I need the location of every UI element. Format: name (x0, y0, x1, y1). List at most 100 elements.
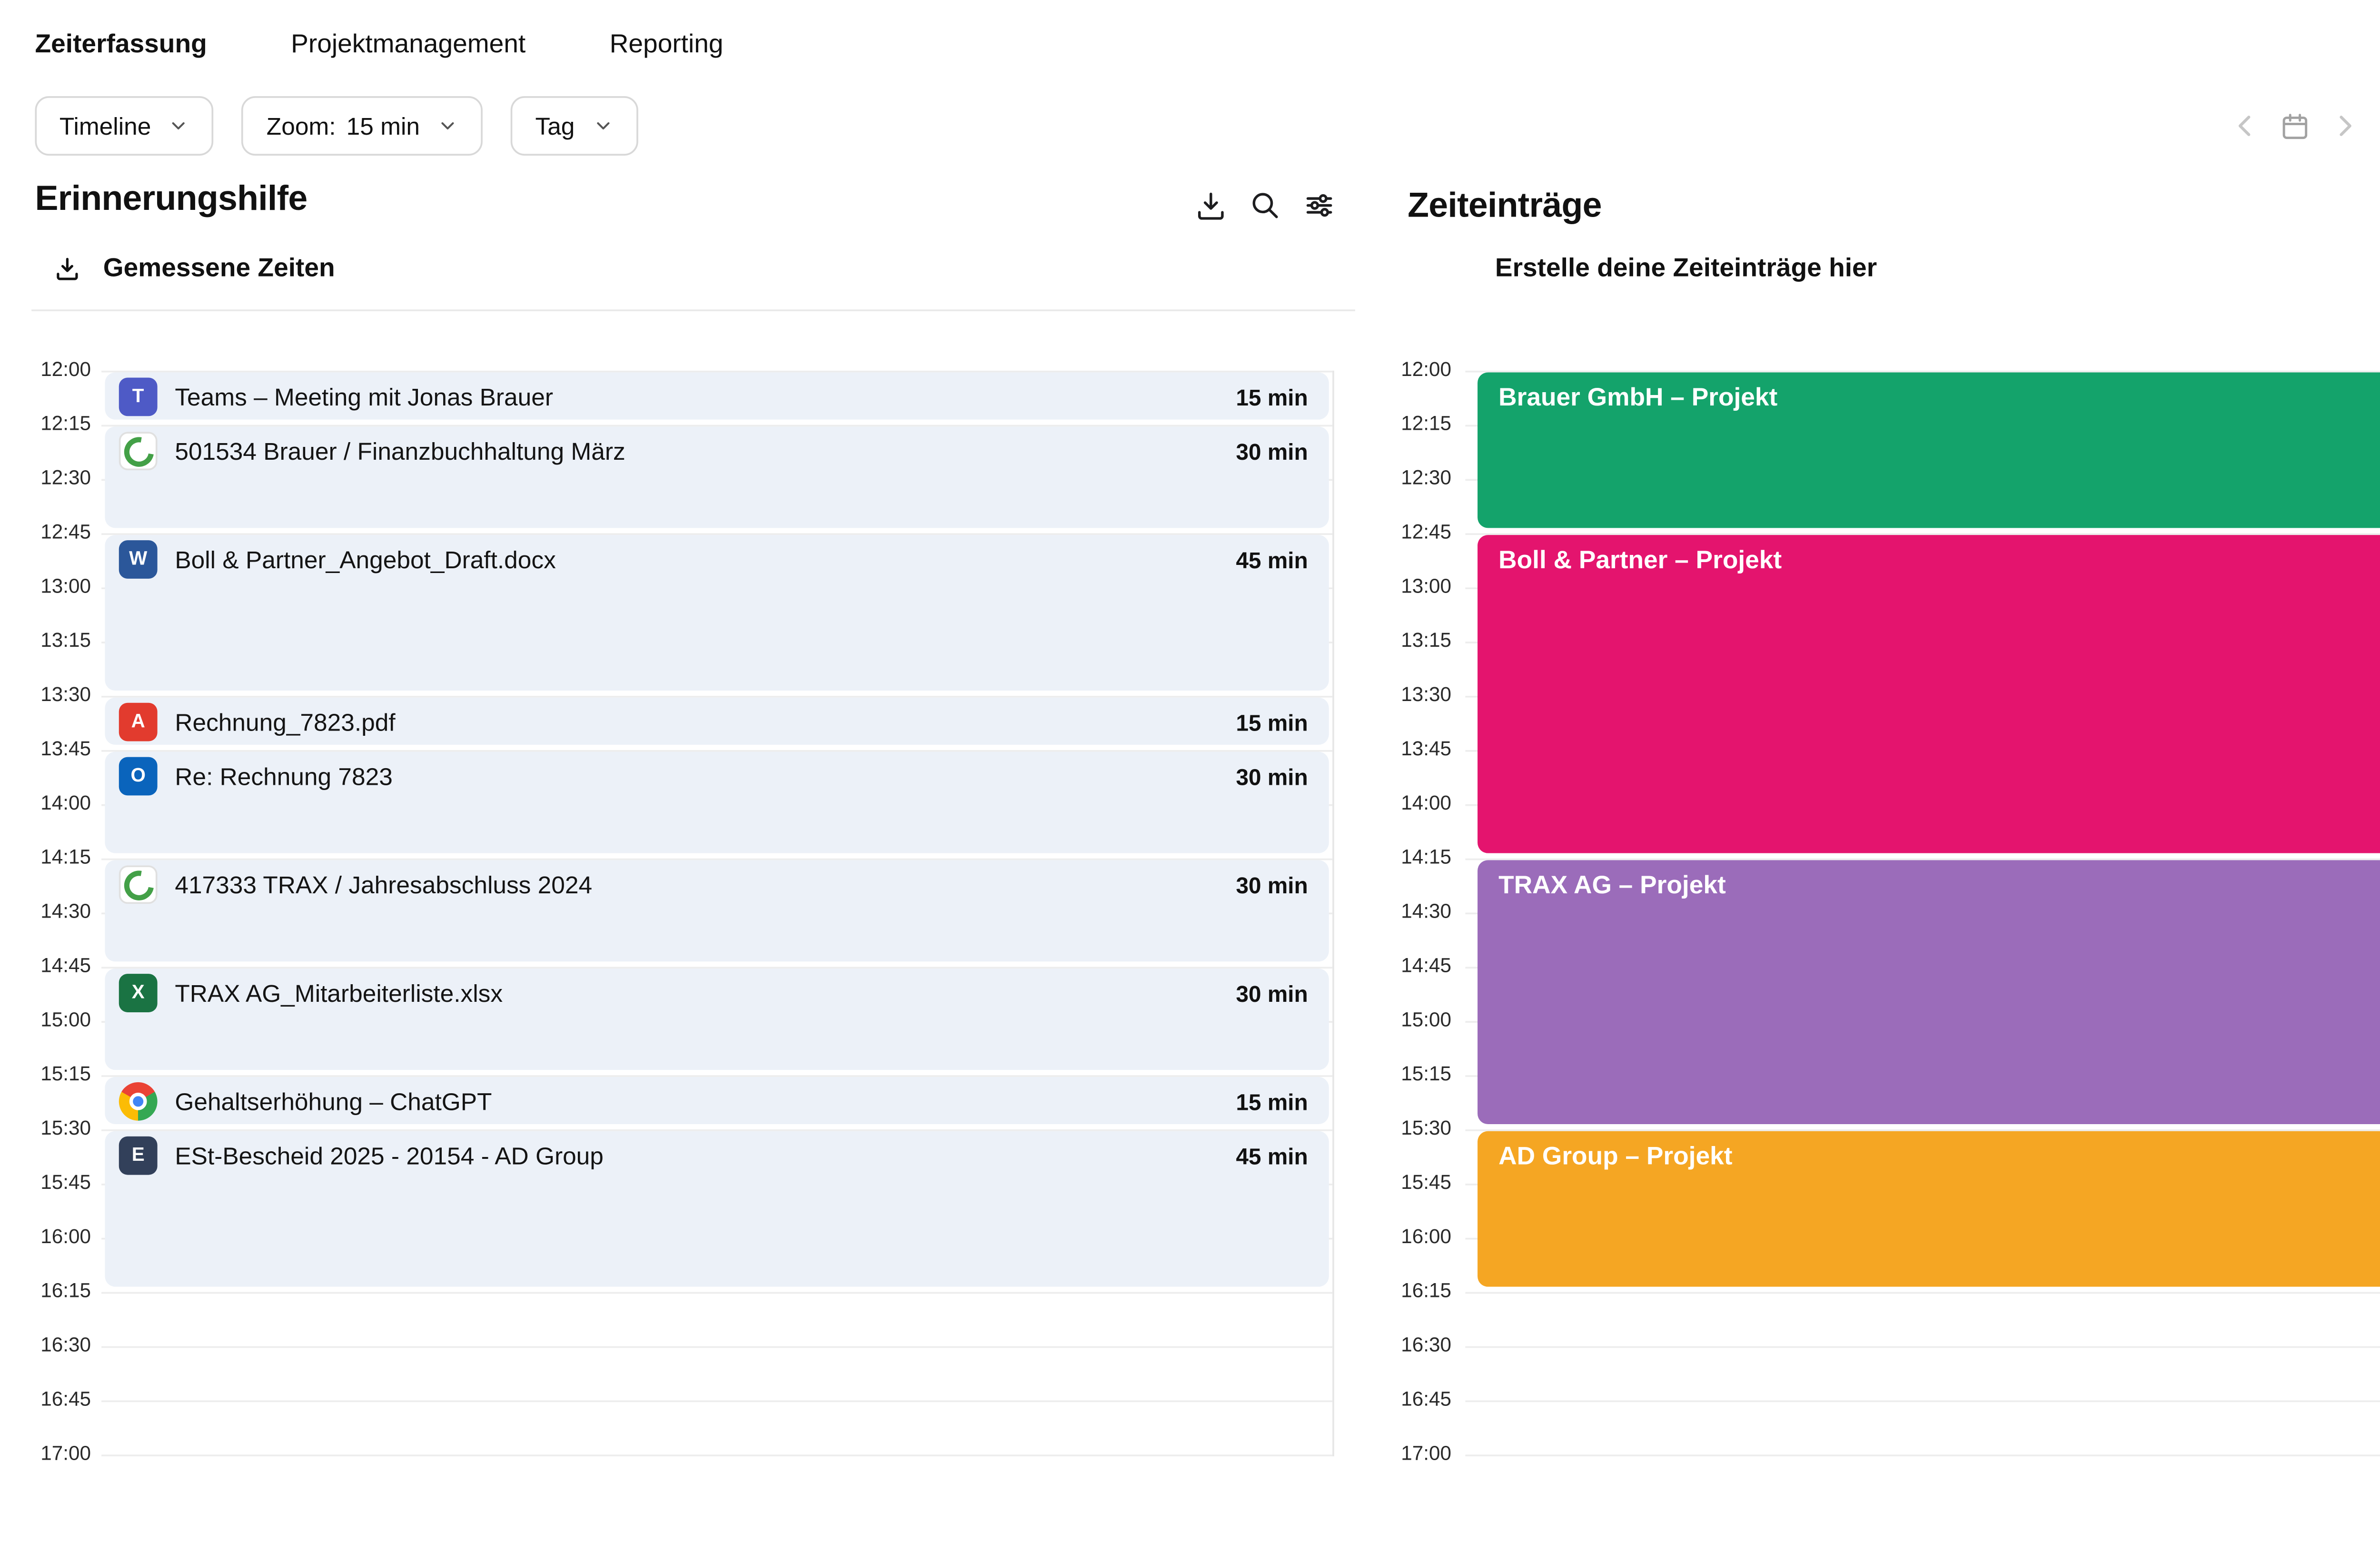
measured-entry[interactable]: WBoll & Partner_Angebot_Draft.docx45 min (105, 535, 1329, 691)
time-label: 15:15 (0, 1063, 91, 1087)
date-nav: Montag, 31. März 2025 (2228, 96, 2380, 156)
time-label: 13:30 (0, 683, 91, 708)
time-entry-title: TRAX AG – Projekt (1498, 872, 1726, 900)
chevron-left-icon[interactable] (2228, 109, 2262, 143)
view-dropdown[interactable]: Timeline (35, 96, 214, 156)
time-label: 12:45 (1381, 521, 1451, 545)
chevron-down-icon (437, 115, 458, 136)
toolbar: Timeline Zoom: 15 min Tag Montag, 31. Mä… (0, 91, 2380, 161)
time-label: 12:15 (1381, 413, 1451, 437)
time-label: 12:30 (0, 467, 91, 491)
time-label: 15:00 (0, 1009, 91, 1033)
time-label: 14:15 (0, 846, 91, 870)
measured-entry[interactable]: TTeams – Meeting mit Jonas Brauer15 min (105, 372, 1329, 419)
chevron-down-icon (592, 115, 613, 136)
time-entry-block[interactable]: AD Group – Projekt45 min (1478, 1131, 2380, 1287)
time-label: 16:30 (0, 1334, 91, 1358)
time-label: 16:15 (0, 1280, 91, 1304)
time-label: 12:45 (0, 521, 91, 545)
time-entry-block[interactable]: TRAX AG – Projekt1h 15 min (1478, 860, 2380, 1124)
time-label: 14:00 (1381, 792, 1451, 816)
datev-icon (119, 432, 158, 470)
time-entry-title: AD Group – Projekt (1498, 1143, 1732, 1171)
entry-duration: 45 min (1236, 547, 1308, 573)
time-label: 16:45 (0, 1388, 91, 1413)
time-label: 12:15 (0, 413, 91, 437)
entry-duration: 30 min (1236, 872, 1308, 899)
nav-tab-reporting[interactable]: Reporting (610, 29, 724, 59)
gridline (1465, 1454, 2380, 1456)
gridline (101, 1400, 1332, 1402)
measured-entry[interactable]: EESt-Bescheid 2025 - 20154 - AD Group45 … (105, 1131, 1329, 1287)
entry-duration: 15 min (1236, 385, 1308, 411)
entries-hint-label: Erstelle deine Zeiteinträge hier (1495, 254, 1877, 283)
time-label: 14:15 (1381, 846, 1451, 870)
measured-entry[interactable]: XTRAX AG_Mitarbeiterliste.xlsx30 min (105, 969, 1329, 1070)
entry-title: 417333 TRAX / Jahresabschluss 2024 (175, 870, 592, 899)
time-label: 15:45 (1381, 1171, 1451, 1196)
view-dropdown-value: Timeline (60, 112, 151, 140)
calendar-icon[interactable] (2279, 109, 2312, 143)
time-entry-title: Brauer GmbH – Projekt (1498, 385, 1777, 413)
nav-tab-zeiterfassung[interactable]: Zeiterfassung (35, 29, 207, 59)
download-icon (52, 254, 82, 283)
time-tracking-app: ZeiterfassungProjektmanagementReporting … (0, 0, 2380, 1542)
entry-title: Gehaltserhöhung – ChatGPT (175, 1087, 492, 1116)
zoom-dropdown[interactable]: Zoom: 15 min (242, 96, 483, 156)
reminder-panel-title: Erinnerungshilfe (35, 180, 307, 220)
chrome-icon (119, 1082, 158, 1121)
zoom-dropdown-value: 15 min (347, 112, 420, 140)
chevron-down-icon (169, 115, 189, 136)
entry-title: TRAX AG_Mitarbeiterliste.xlsx (175, 979, 503, 1007)
download-icon[interactable] (1192, 187, 1229, 224)
entry-title: Teams – Meeting mit Jonas Brauer (175, 383, 553, 411)
entry-duration: 15 min (1236, 710, 1308, 736)
time-entry-block[interactable]: Boll & Partner – Projekt1h 30 min (1478, 535, 2380, 853)
gridline (101, 1454, 1332, 1456)
time-label: 15:00 (1381, 1009, 1451, 1033)
time-label: 13:15 (1381, 629, 1451, 653)
sliders-icon[interactable] (1301, 187, 1338, 224)
elster-icon: E (119, 1137, 158, 1175)
entries-hint: Erstelle deine Zeiteinträge hier (1495, 254, 1877, 283)
time-entry-block[interactable]: Brauer GmbH – Projekt45 min (1478, 372, 2380, 528)
time-entries-panel-title: Zeiteinträge (1408, 187, 1602, 227)
chevron-right-icon[interactable] (2327, 109, 2362, 143)
time-label: 14:00 (0, 792, 91, 816)
time-label: 13:00 (1381, 575, 1451, 600)
measured-entry[interactable]: Gehaltserhöhung – ChatGPT 15 min (105, 1077, 1329, 1124)
time-label: 15:45 (0, 1171, 91, 1196)
entry-title: 501534 Brauer / Finanzbuchhaltung März (175, 437, 625, 465)
time-label: 12:30 (1381, 467, 1451, 491)
top-nav: ZeiterfassungProjektmanagementReporting … (0, 0, 2380, 88)
measured-entry[interactable]: A Rechnung_7823.pdf 15 min (105, 698, 1329, 745)
time-label: 17:00 (1381, 1443, 1451, 1467)
search-icon[interactable] (1247, 187, 1283, 224)
measured-times-label: Gemessene Zeiten (103, 254, 335, 283)
entry-duration: 15 min (1236, 1089, 1308, 1116)
time-label: 16:00 (0, 1226, 91, 1250)
range-dropdown[interactable]: Tag (511, 96, 638, 156)
time-label: 12:00 (1381, 358, 1451, 383)
measured-entry[interactable]: ORe: Rechnung 782330 min (105, 752, 1329, 853)
nav-tab-projektmanagement[interactable]: Projektmanagement (291, 29, 526, 59)
time-label: 16:45 (1381, 1388, 1451, 1413)
entry-title: Rechnung_7823.pdf (175, 708, 395, 736)
gridline (101, 1292, 1332, 1294)
time-entries-panel: Zeiteinträge Erstelle deine Zeiteinträge… (1381, 166, 2380, 1542)
pdf-icon: A (119, 703, 158, 741)
time-entry-title: Boll & Partner – Projekt (1498, 547, 1782, 575)
lane-separator (1332, 371, 1334, 1456)
entry-title: Boll & Partner_Angebot_Draft.docx (175, 545, 555, 573)
time-label: 13:30 (1381, 683, 1451, 708)
zoom-dropdown-label: Zoom: (267, 112, 336, 140)
measured-entry[interactable]: 417333 TRAX / Jahresabschluss 2024 30 min (105, 860, 1329, 961)
time-label: 14:45 (0, 955, 91, 979)
measured-entry[interactable]: 501534 Brauer / Finanzbuchhaltung März 30… (105, 426, 1329, 528)
entries-timeline: 12:0012:1512:3012:4513:0013:1513:3013:45… (1381, 371, 2380, 1490)
time-label: 16:30 (1381, 1334, 1451, 1358)
entry-duration: 30 min (1236, 439, 1308, 465)
range-dropdown-value: Tag (535, 112, 575, 140)
entry-duration: 30 min (1236, 981, 1308, 1007)
time-label: 13:15 (0, 629, 91, 653)
